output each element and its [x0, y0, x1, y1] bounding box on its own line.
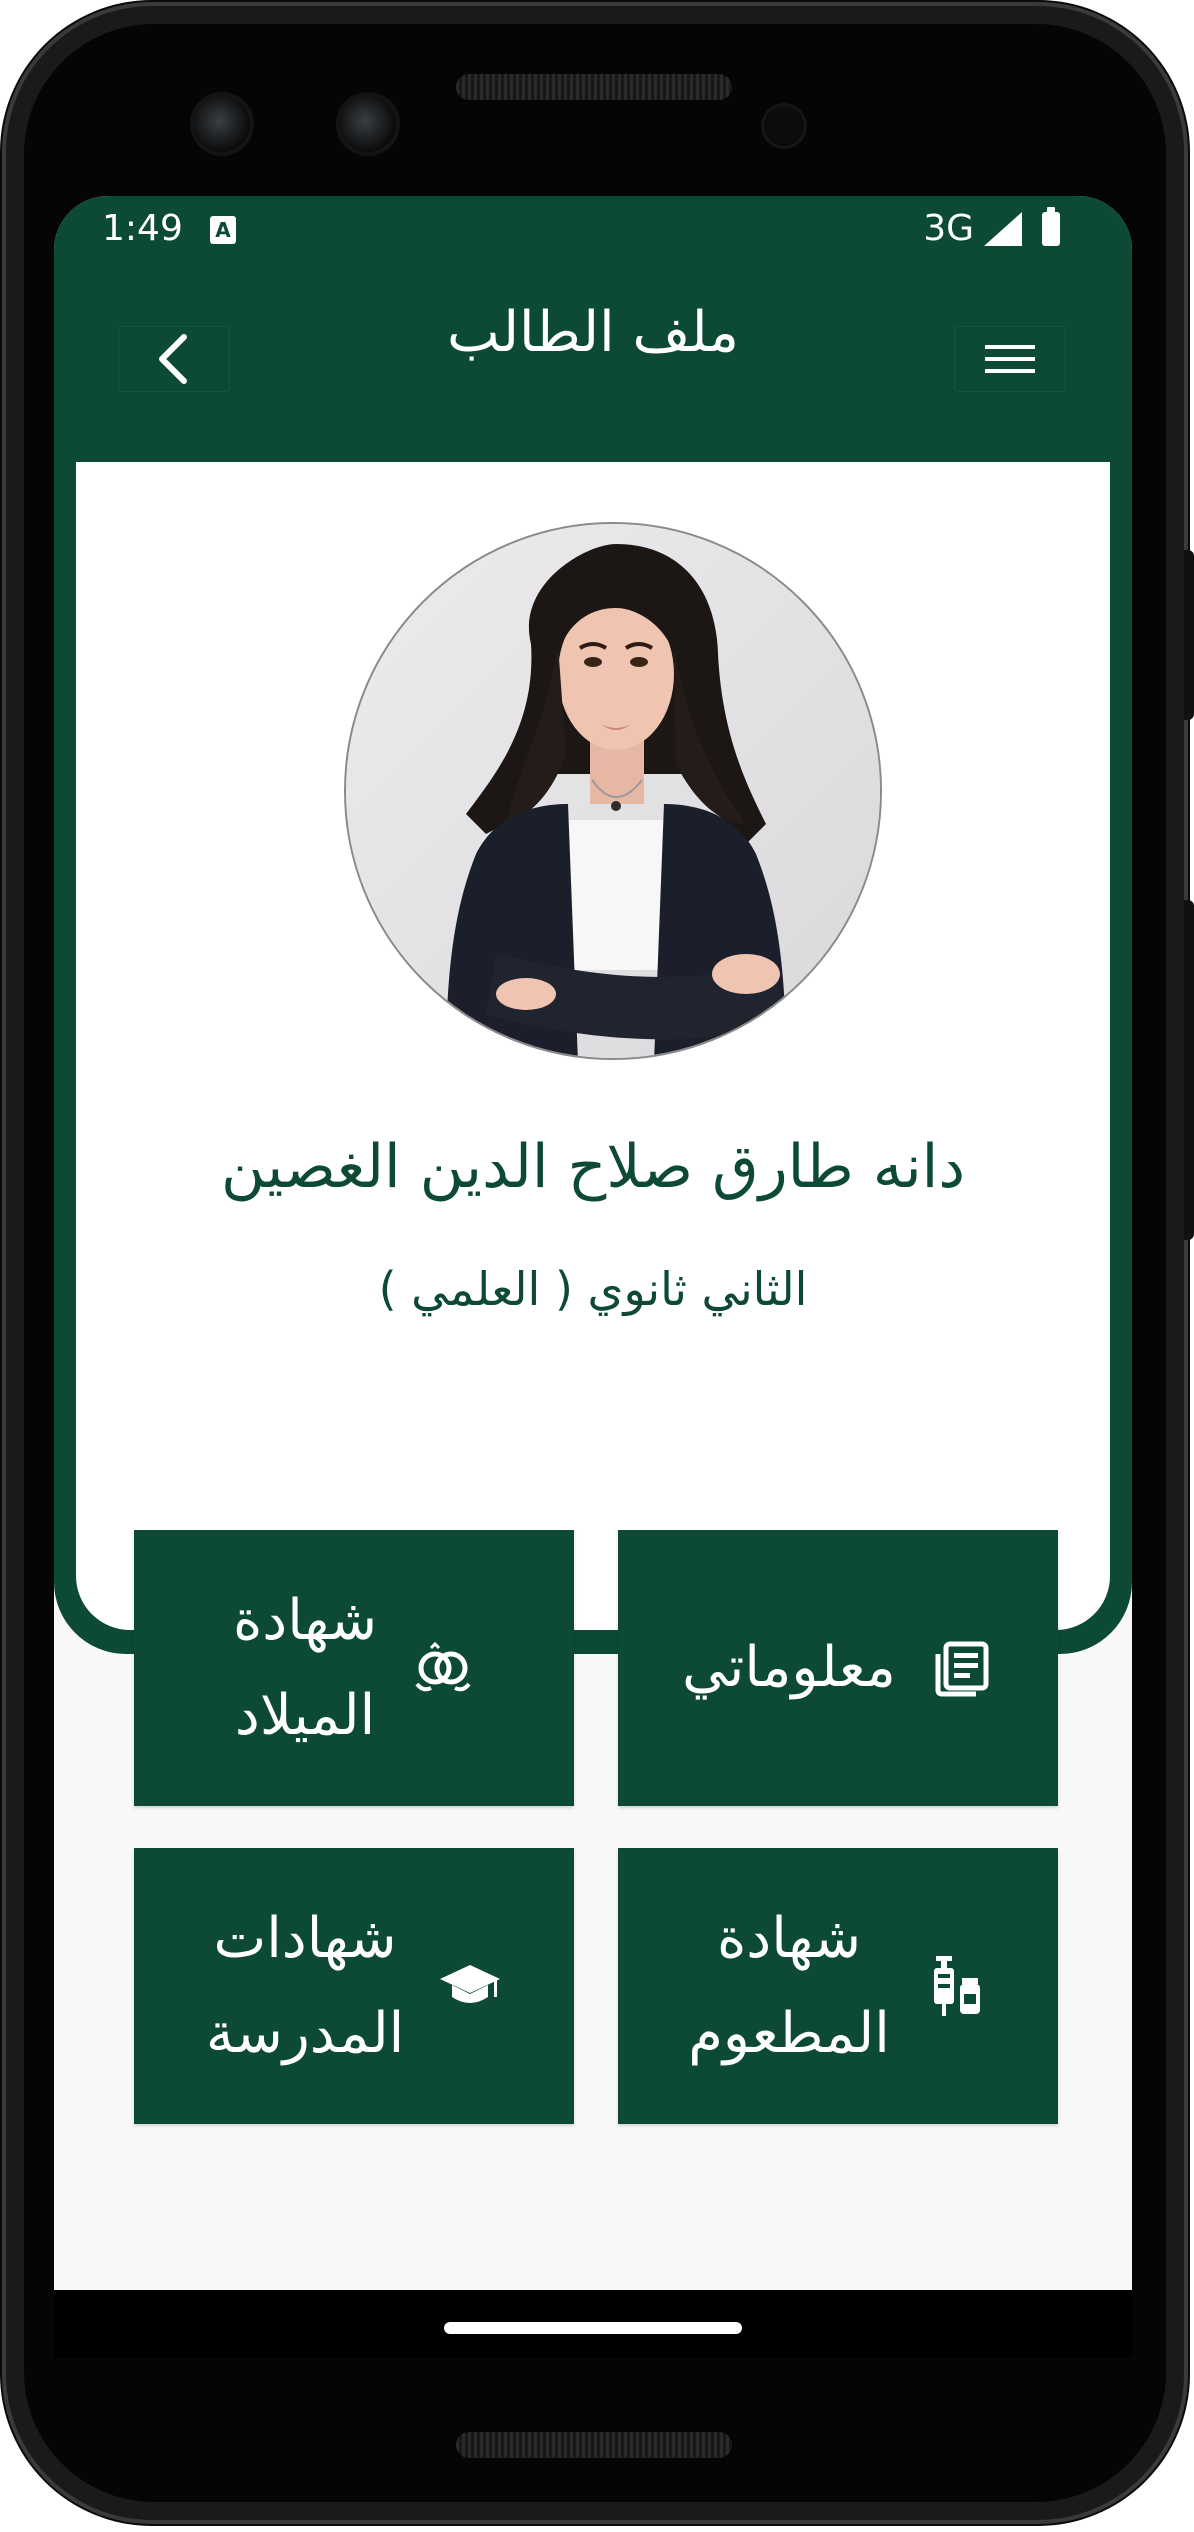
menu-button[interactable] [954, 326, 1066, 392]
news-icon [930, 1636, 994, 1700]
graduation-cap-icon [438, 1954, 502, 2018]
vaccine-certificate-label: شهادة المطعوم [688, 1905, 890, 2066]
hamburger-menu-icon [985, 345, 1035, 373]
status-bar: 1:49 A 3G [54, 196, 1132, 266]
bottom-speaker [456, 2432, 732, 2458]
home-gesture-handle[interactable] [444, 2322, 742, 2334]
navigation-bar [54, 2290, 1132, 2358]
earpiece-speaker [456, 74, 732, 100]
front-camera-secondary [340, 96, 396, 152]
student-name: دانه طارق صلاح الدين الغصين [220, 1132, 966, 1202]
vaccine-certificate-tile[interactable]: شهادة المطعوم [618, 1848, 1058, 2124]
vaccine-icon [924, 1954, 988, 2018]
birth-certificate-tile[interactable]: شهادة الميلاد [134, 1530, 574, 1806]
profile-card: دانه طارق صلاح الدين الغصين الثاني ثانوي… [76, 462, 1110, 1630]
birth-certificate-label: شهادة الميلاد [232, 1587, 378, 1748]
school-certificates-tile[interactable]: شهادات المدرسة [134, 1848, 574, 2124]
status-indicators: 3G [923, 206, 1060, 249]
app-screen: 1:49 A 3G ملف الطالب دانه طارق صلاح الدي… [54, 196, 1132, 2290]
rings-icon [411, 1636, 475, 1700]
network-type: 3G [923, 208, 974, 249]
student-photo [344, 522, 882, 1060]
my-info-label: معلوماتي [682, 1635, 896, 1701]
my-info-tile[interactable]: معلوماتي [618, 1530, 1058, 1806]
proximity-sensor [764, 106, 804, 146]
front-camera [194, 96, 250, 152]
device-screenshot: 1:49 A 3G ملف الطالب دانه طارق صلاح الدي… [0, 0, 1194, 2532]
notification-badge: A [210, 216, 236, 244]
status-time: 1:49 [102, 208, 183, 249]
battery-icon [1042, 206, 1060, 246]
student-grade: الثاني ثانوي ( العلمي ) [378, 1262, 808, 1316]
volume-button [1184, 900, 1194, 1240]
student-photo-illustration [346, 524, 880, 1058]
school-certificates-label: شهادات المدرسة [205, 1905, 405, 2066]
signal-icon [984, 211, 1022, 246]
power-button [1184, 550, 1194, 720]
